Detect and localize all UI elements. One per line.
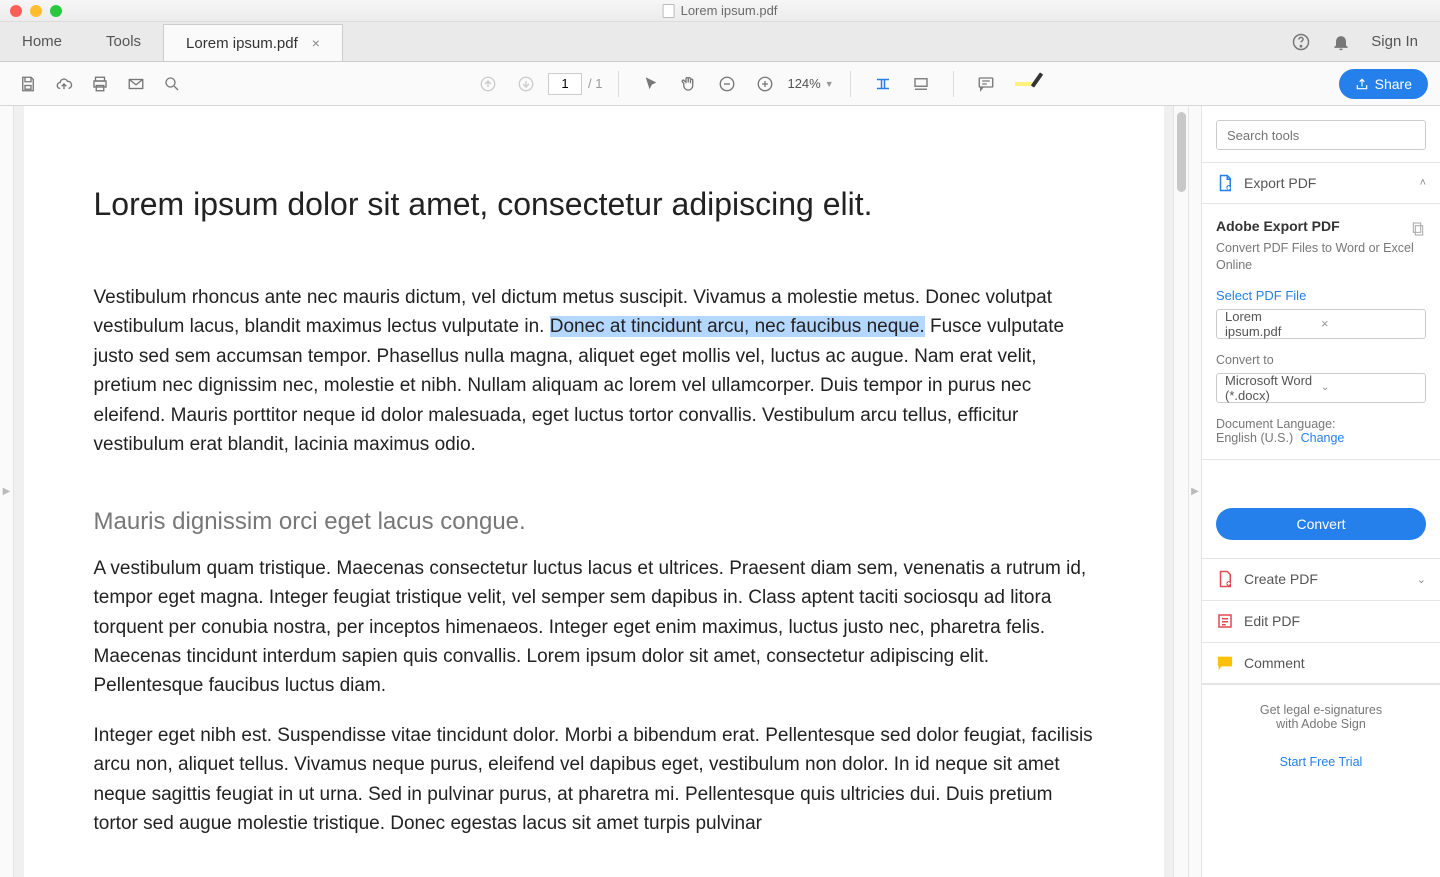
tools-side-panel: Export PDF ˄ Adobe Export PDF Convert PD… bbox=[1202, 106, 1440, 877]
window-minimize-button[interactable] bbox=[30, 5, 42, 17]
vertical-scrollbar[interactable] bbox=[1173, 106, 1188, 877]
right-panel-toggle[interactable]: ▶ bbox=[1188, 106, 1202, 877]
select-pdf-file-link[interactable]: Select PDF File bbox=[1216, 288, 1426, 303]
sign-in-link[interactable]: Sign In bbox=[1371, 33, 1418, 50]
window-title: Lorem ipsum.pdf bbox=[681, 3, 778, 18]
search-tools-input[interactable] bbox=[1216, 120, 1426, 150]
edit-pdf-row[interactable]: Edit PDF bbox=[1202, 600, 1440, 642]
create-pdf-row[interactable]: Create PDF ⌄ bbox=[1202, 558, 1440, 600]
document-view[interactable]: Lorem ipsum dolor sit amet, consectetur … bbox=[14, 106, 1173, 877]
convert-button[interactable]: Convert bbox=[1216, 508, 1426, 540]
help-icon[interactable] bbox=[1291, 32, 1311, 52]
email-icon[interactable] bbox=[120, 68, 152, 100]
tab-tools[interactable]: Tools bbox=[84, 22, 163, 61]
doc-paragraph-1: Vestibulum rhoncus ante nec mauris dictu… bbox=[94, 283, 1094, 460]
share-label: Share bbox=[1375, 76, 1412, 92]
pdf-page: Lorem ipsum dolor sit amet, consectetur … bbox=[24, 106, 1164, 877]
text-selection[interactable]: Donec at tincidunt arcu, nec faucibus ne… bbox=[550, 316, 925, 337]
window-titlebar: Lorem ipsum.pdf bbox=[0, 0, 1440, 22]
convert-to-value: Microsoft Word (*.docx) bbox=[1225, 373, 1321, 403]
comment-label: Comment bbox=[1244, 655, 1426, 671]
page-display-icon[interactable] bbox=[905, 68, 937, 100]
window-maximize-button[interactable] bbox=[50, 5, 62, 17]
chevron-down-icon: ⌄ bbox=[1417, 573, 1426, 586]
print-icon[interactable] bbox=[84, 68, 116, 100]
export-pdf-icon bbox=[1216, 174, 1234, 192]
create-pdf-icon bbox=[1216, 570, 1234, 588]
toolbar: / 1 124% ▼ Share bbox=[0, 62, 1440, 106]
convert-to-select[interactable]: Microsoft Word (*.docx) ⌄ bbox=[1216, 373, 1426, 403]
export-pdf-label: Export PDF bbox=[1244, 175, 1410, 191]
doc-language-label: Document Language: bbox=[1216, 417, 1336, 431]
left-panel-toggle[interactable]: ▶ bbox=[0, 106, 14, 877]
zoom-out-icon[interactable] bbox=[711, 68, 743, 100]
selected-file-name: Lorem ipsum.pdf bbox=[1225, 309, 1321, 339]
tab-file-label: Lorem ipsum.pdf bbox=[186, 35, 298, 52]
edit-pdf-label: Edit PDF bbox=[1244, 613, 1426, 629]
prev-page-icon[interactable] bbox=[472, 68, 504, 100]
convert-to-label: Convert to bbox=[1216, 353, 1426, 367]
doc-paragraph-3: Integer eget nibh est. Suspendisse vitae… bbox=[94, 721, 1094, 839]
comment-row[interactable]: Comment bbox=[1202, 642, 1440, 684]
doc-heading-2: Mauris dignissim orci eget lacus congue. bbox=[94, 508, 1094, 536]
cloud-upload-icon[interactable] bbox=[48, 68, 80, 100]
esign-promo-line1: Get legal e-signatures bbox=[1216, 703, 1426, 717]
doc-paragraph-2: A vestibulum quam tristique. Maecenas co… bbox=[94, 554, 1094, 701]
doc-language-value: English (U.S.) bbox=[1216, 431, 1293, 445]
comment-icon[interactable] bbox=[970, 68, 1002, 100]
notifications-icon[interactable] bbox=[1331, 32, 1351, 52]
chevron-right-icon: ▶ bbox=[3, 486, 11, 497]
save-icon[interactable] bbox=[12, 68, 44, 100]
pointer-tool-icon[interactable] bbox=[635, 68, 667, 100]
edit-pdf-icon bbox=[1216, 612, 1234, 630]
hand-tool-icon[interactable] bbox=[673, 68, 705, 100]
tab-file-active[interactable]: Lorem ipsum.pdf × bbox=[163, 24, 343, 61]
pages-icon[interactable] bbox=[1410, 221, 1426, 237]
fit-width-icon[interactable] bbox=[867, 68, 899, 100]
tab-bar: Home Tools Lorem ipsum.pdf × Sign In bbox=[0, 22, 1440, 62]
chevron-right-icon: ▶ bbox=[1191, 486, 1199, 497]
export-title: Adobe Export PDF bbox=[1216, 218, 1340, 234]
comment-tool-icon bbox=[1216, 654, 1234, 672]
create-pdf-label: Create PDF bbox=[1244, 571, 1407, 587]
zoom-in-icon[interactable] bbox=[749, 68, 781, 100]
export-subtitle: Convert PDF Files to Word or Excel Onlin… bbox=[1216, 240, 1426, 274]
search-tools-field[interactable] bbox=[1227, 128, 1415, 143]
start-free-trial-link[interactable]: Start Free Trial bbox=[1216, 755, 1426, 769]
page-number-input[interactable] bbox=[548, 73, 582, 95]
document-icon bbox=[663, 4, 675, 18]
highlight-tool-icon[interactable] bbox=[1008, 68, 1040, 100]
zoom-level-value: 124% bbox=[787, 76, 820, 91]
share-button[interactable]: Share bbox=[1339, 69, 1428, 99]
next-page-icon[interactable] bbox=[510, 68, 542, 100]
window-close-button[interactable] bbox=[10, 5, 22, 17]
change-language-link[interactable]: Change bbox=[1301, 431, 1345, 445]
clear-file-icon[interactable]: × bbox=[1321, 316, 1417, 331]
chevron-down-icon: ▼ bbox=[825, 79, 834, 89]
tab-home[interactable]: Home bbox=[0, 22, 84, 61]
doc-heading-1: Lorem ipsum dolor sit amet, consectetur … bbox=[94, 186, 1094, 223]
chevron-down-icon: ⌄ bbox=[1321, 382, 1417, 393]
zoom-level-select[interactable]: 124% ▼ bbox=[787, 76, 833, 91]
selected-file-box: Lorem ipsum.pdf × bbox=[1216, 309, 1426, 339]
search-icon[interactable] bbox=[156, 68, 188, 100]
tab-close-icon[interactable]: × bbox=[312, 35, 320, 51]
export-pdf-header[interactable]: Export PDF ˄ bbox=[1202, 162, 1440, 204]
chevron-up-icon: ˄ bbox=[1420, 177, 1426, 189]
esign-promo-line2: with Adobe Sign bbox=[1216, 717, 1426, 731]
scroll-thumb[interactable] bbox=[1177, 112, 1186, 192]
page-total-label: / 1 bbox=[588, 76, 602, 91]
